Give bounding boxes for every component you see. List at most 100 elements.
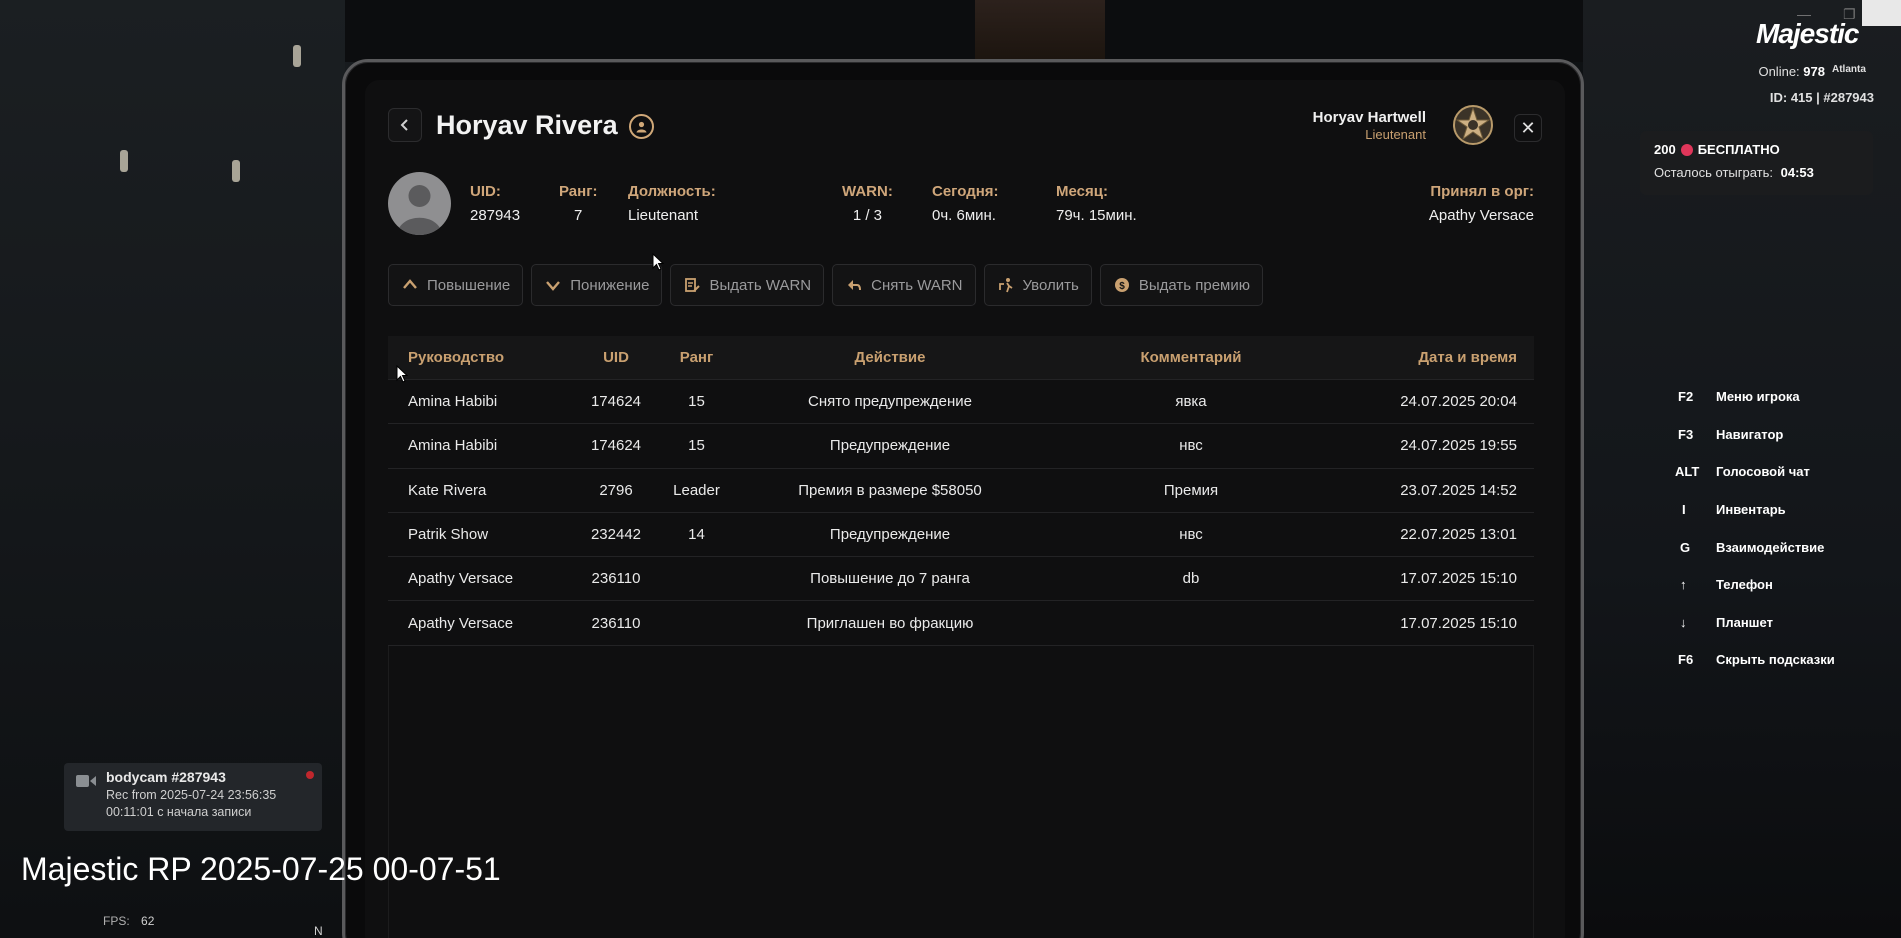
cell-manager: Amina Habibi xyxy=(408,393,498,411)
table-row: Patrik Show 232442 14 Предупреждение нвс… xyxy=(388,513,1534,558)
promote-label: Повышение xyxy=(427,276,511,294)
bodycam-rec-start: Rec from 2025-07-24 23:56:35 xyxy=(106,788,277,802)
position-info: Должность: Lieutenant xyxy=(628,183,716,225)
hotkey-label: Навигатор xyxy=(1716,426,1784,442)
svg-text:$: $ xyxy=(1119,281,1125,292)
hotkey-key: ↓ xyxy=(1680,614,1687,630)
promo-coin-icon xyxy=(1680,143,1693,156)
cell-manager: Kate Rivera xyxy=(408,481,487,499)
hotkey-key: I xyxy=(1682,502,1686,518)
street-light xyxy=(120,150,128,172)
cell-datetime: 24.07.2025 19:55 xyxy=(1400,437,1517,455)
hotkey-label: Взаимодействие xyxy=(1716,539,1825,555)
cell-rank: 15 xyxy=(688,437,705,455)
column-header-datetime: Дата и время xyxy=(1418,349,1517,366)
window-close-button[interactable] xyxy=(1862,0,1901,26)
promo-text: БЕСПЛАТНО xyxy=(1697,142,1780,157)
accepted-info: Принял в орг: Apathy Versace xyxy=(1429,183,1534,225)
cell-rank: 14 xyxy=(688,526,705,544)
action-bar: Повышение Понижение Выдать WARN Снять WA… xyxy=(388,264,1263,306)
cell-uid: 174624 xyxy=(590,437,642,455)
column-header-action: Действие xyxy=(854,349,926,366)
hotkey-label: Инвентарь xyxy=(1716,502,1786,518)
recording-indicator xyxy=(306,771,314,779)
month-label: Месяц: xyxy=(1056,183,1108,200)
demote-button[interactable]: Понижение xyxy=(531,264,663,306)
promote-button[interactable]: Повышение xyxy=(388,264,524,306)
cell-uid: 236110 xyxy=(591,570,641,588)
warn-value: 1 / 3 xyxy=(852,207,882,224)
hotkey-item: F3 Навигатор xyxy=(1665,416,1835,454)
player-id: ID: 415 | #287943 xyxy=(1769,90,1874,105)
hotkey-item: G Взаимодействие xyxy=(1665,528,1835,566)
hotkey-item: ALT Голосовой чат xyxy=(1665,453,1835,491)
majestic-logo: Majestic xyxy=(1756,18,1859,49)
hotkey-key: ↑ xyxy=(1680,577,1687,593)
cell-uid: 232442 xyxy=(590,526,642,544)
column-header-manager: Руководство xyxy=(408,349,505,366)
give-bonus-button[interactable]: $ Выдать премию xyxy=(1099,264,1263,306)
give-bonus-label: Выдать премию xyxy=(1138,276,1250,294)
uid-info: UID: 287943 xyxy=(470,183,520,225)
hotkey-label: Телефон xyxy=(1716,577,1773,593)
user-profile-icon[interactable] xyxy=(629,114,654,139)
cell-uid: 174624 xyxy=(590,393,642,411)
current-user-name: Horyav Hartwell xyxy=(1312,109,1426,126)
table-row: Amina Habibi 174624 15 Снято предупрежде… xyxy=(388,380,1534,425)
fire-button[interactable]: Уволить xyxy=(983,264,1092,306)
give-warn-button[interactable]: Выдать WARN xyxy=(670,264,825,306)
avatar xyxy=(388,172,451,235)
column-header-uid: UID xyxy=(603,349,629,366)
give-warn-label: Выдать WARN xyxy=(709,276,812,294)
cell-manager: Apathy Versace xyxy=(408,614,514,632)
uid-label: UID: xyxy=(470,183,501,200)
table-row: Apathy Versace 236110 Приглашен во фракц… xyxy=(388,601,1534,646)
camera-icon xyxy=(76,775,96,787)
sheriff-badge-icon xyxy=(1453,105,1493,145)
month-info: Месяц: 79ч. 15мин. xyxy=(1056,183,1137,225)
column-header-rank: Ранг xyxy=(679,349,714,366)
column-header-comment: Комментарий xyxy=(1140,349,1242,366)
cell-rank: Leader xyxy=(673,481,720,499)
today-label: Сегодня: xyxy=(932,183,999,200)
cell-datetime: 24.07.2025 20:04 xyxy=(1400,393,1517,411)
fire-label: Уволить xyxy=(1022,276,1079,294)
cell-action: Предупреждение xyxy=(829,526,951,544)
fps-value: 62 xyxy=(141,914,155,928)
compass-north: N xyxy=(314,924,323,938)
remove-warn-button[interactable]: Снять WARN xyxy=(832,264,976,306)
month-value: 79ч. 15мин. xyxy=(1056,207,1137,224)
promo-count: 200 xyxy=(1654,142,1676,157)
cell-uid: 2796 xyxy=(599,481,633,499)
cell-uid: 236110 xyxy=(591,614,641,632)
hotkey-label: Планшет xyxy=(1716,614,1773,630)
rank-label: Ранг: xyxy=(559,183,598,200)
close-icon: ✕ xyxy=(1520,117,1536,138)
hotkey-label: Голосовой чат xyxy=(1716,464,1810,480)
background-brick-wall xyxy=(975,0,1105,60)
hotkey-key: G xyxy=(1680,539,1691,555)
current-user-rank: Lieutenant xyxy=(1365,127,1426,142)
warn-label: WARN: xyxy=(842,183,893,200)
warn-icon xyxy=(683,276,701,294)
hotkey-key: F6 xyxy=(1678,652,1694,668)
cell-datetime: 17.07.2025 15:10 xyxy=(1400,614,1517,632)
cell-action: Премия в размере $58050 xyxy=(798,481,982,499)
mouse-cursor-icon xyxy=(652,253,664,271)
server-name: Atlanta xyxy=(1832,64,1866,75)
coin-icon: $ xyxy=(1113,276,1131,294)
page-title: Horyav Rivera xyxy=(436,110,618,140)
chevron-left-icon xyxy=(400,119,408,131)
cell-action: Приглашен во фракцию xyxy=(806,614,974,632)
cell-comment: явка xyxy=(1175,393,1207,411)
cell-comment: Премия xyxy=(1163,481,1219,499)
demote-label: Понижение xyxy=(570,276,650,294)
cell-datetime: 23.07.2025 14:52 xyxy=(1400,481,1517,499)
cell-datetime: 17.07.2025 15:10 xyxy=(1400,570,1517,588)
accepted-label: Принял в орг: xyxy=(1430,183,1534,200)
back-button[interactable] xyxy=(388,108,422,142)
bodycam-title: bodycam #287943 xyxy=(106,769,226,785)
promo-remaining-label: Осталось отыграть: xyxy=(1654,165,1773,180)
cell-comment: нвс xyxy=(1179,437,1203,455)
close-button[interactable]: ✕ xyxy=(1514,114,1542,142)
